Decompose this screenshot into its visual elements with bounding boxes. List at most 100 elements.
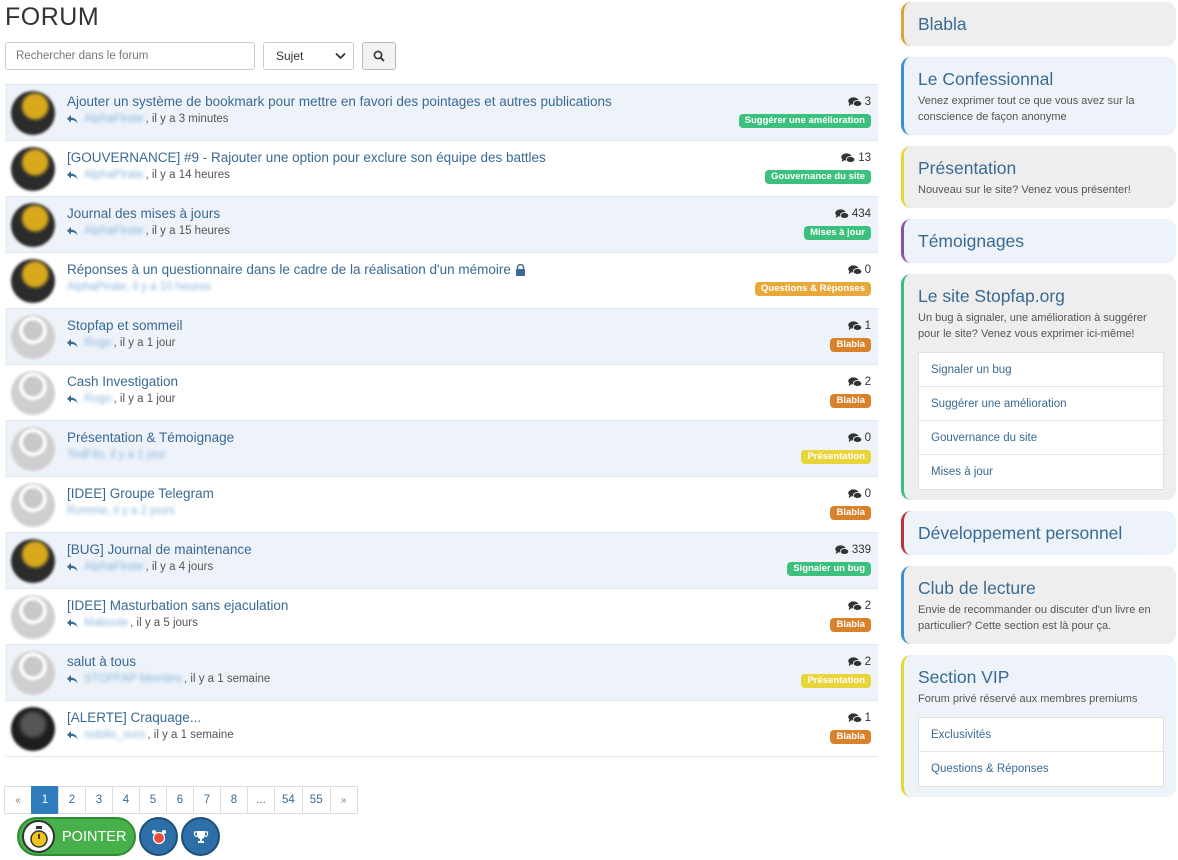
category-title[interactable]: Développement personnel <box>918 521 1163 545</box>
category-badge[interactable]: Mises à jour <box>804 226 871 240</box>
topic-author[interactable]: Rogo <box>84 393 112 405</box>
category-badge[interactable]: Présentation <box>801 450 871 464</box>
category-title[interactable]: Le Confessionnal <box>918 67 1163 91</box>
category-card[interactable]: Témoignages <box>901 219 1176 263</box>
page-link[interactable]: 1 <box>31 786 59 814</box>
avatar[interactable] <box>11 259 55 303</box>
topic-title[interactable]: Cash Investigation <box>67 373 178 391</box>
category-badge[interactable]: Gouvernance du site <box>765 170 871 184</box>
topic-title[interactable]: [ALERTE] Craquage... <box>67 709 201 727</box>
page-link[interactable]: 7 <box>193 786 221 814</box>
page-link[interactable]: 54 <box>274 786 303 814</box>
page-link[interactable]: 3 <box>85 786 113 814</box>
category-badge[interactable]: Questions & Réponses <box>755 282 871 296</box>
topic-author[interactable]: TedFilo, il y a 1 jour <box>67 449 166 461</box>
page-next[interactable]: » <box>329 786 358 814</box>
category-title[interactable]: Présentation <box>918 156 1163 180</box>
topic-author[interactable]: AlphaPirate <box>84 169 143 181</box>
topic-title[interactable]: Réponses à un questionnaire dans le cadr… <box>67 261 511 279</box>
category-badge[interactable]: Suggérer une amélioration <box>738 114 871 128</box>
avatar[interactable] <box>11 371 55 415</box>
page-link[interactable]: 55 <box>301 786 331 814</box>
avatar[interactable] <box>11 203 55 247</box>
topic-title[interactable]: [IDEE] Masturbation sans ejaculation <box>67 597 288 615</box>
page-link[interactable]: 6 <box>166 786 194 814</box>
category-badge[interactable]: Présentation <box>801 674 871 688</box>
topic-row[interactable]: [IDEE] Groupe Telegram Romme, il y a 2 j… <box>5 477 878 533</box>
subcategory-link[interactable]: Exclusivités <box>919 718 1163 752</box>
topic-title[interactable]: Journal des mises à jours <box>67 205 220 223</box>
avatar[interactable] <box>11 483 55 527</box>
category-card[interactable]: Club de lecture Envie de recommander ou d… <box>901 566 1176 644</box>
topic-author[interactable]: AlphaPirate <box>84 561 143 573</box>
category-title[interactable]: Blabla <box>918 12 1163 36</box>
topic-author[interactable]: AlphaPirate <box>84 225 143 237</box>
topic-author[interactable]: Rogo <box>84 337 112 349</box>
category-card[interactable]: Le site Stopfap.org Un bug à signaler, un… <box>901 274 1176 500</box>
category-card[interactable]: Section VIP Forum privé réservé aux membr… <box>901 655 1176 797</box>
category-badge[interactable]: Blabla <box>830 618 871 632</box>
subcategory-link[interactable]: Suggérer une amélioration <box>919 387 1163 421</box>
topic-row[interactable]: Journal des mises à jours AlphaPirate, i… <box>5 197 878 253</box>
topic-row[interactable]: Cash Investigation Rogo, il y a 1 jour 2… <box>5 365 878 421</box>
topic-row[interactable]: [ALERTE] Craquage... nobilis_ours, il y … <box>5 701 878 757</box>
category-title[interactable]: Le site Stopfap.org <box>918 284 1163 308</box>
search-button[interactable] <box>362 42 396 70</box>
page-link[interactable]: 4 <box>112 786 140 814</box>
topic-row[interactable]: salut à tous STOPFAP Membre, il y a 1 se… <box>5 645 878 701</box>
topic-title[interactable]: Ajouter un système de bookmark pour mett… <box>67 93 612 111</box>
category-badge[interactable]: Blabla <box>830 394 871 408</box>
topic-title[interactable]: Stopfap et sommeil <box>67 317 183 335</box>
topic-title[interactable]: salut à tous <box>67 653 136 671</box>
category-badge[interactable]: Blabla <box>830 338 871 352</box>
category-title[interactable]: Section VIP <box>918 665 1163 689</box>
pointer-button[interactable]: POINTER <box>17 817 136 856</box>
avatar[interactable] <box>11 427 55 471</box>
topic-row[interactable]: Présentation & Témoignage TedFilo, il y … <box>5 421 878 477</box>
topic-row[interactable]: Réponses à un questionnaire dans le cadr… <box>5 253 878 309</box>
subcategory-link[interactable]: Gouvernance du site <box>919 421 1163 455</box>
avatar[interactable] <box>11 651 55 695</box>
avatar[interactable] <box>11 539 55 583</box>
topic-author[interactable]: AlphaPirate, il y a 10 heures <box>67 281 211 293</box>
category-title[interactable]: Club de lecture <box>918 576 1163 600</box>
category-card[interactable]: Le Confessionnal Venez exprimer tout ce q… <box>901 57 1176 135</box>
topic-author[interactable]: nobilis_ours <box>84 729 145 741</box>
topic-row[interactable]: [GOUVERNANCE] #9 - Rajouter une option p… <box>5 141 878 197</box>
page-prev[interactable]: « <box>4 786 32 814</box>
category-card[interactable]: Blabla <box>901 2 1176 46</box>
trophy-button[interactable] <box>181 817 220 856</box>
topic-title[interactable]: [IDEE] Groupe Telegram <box>67 485 214 503</box>
topic-row[interactable]: [BUG] Journal de maintenance AlphaPirate… <box>5 533 878 589</box>
search-type-select[interactable]: Sujet <box>263 42 354 70</box>
category-card[interactable]: Développement personnel <box>901 511 1176 555</box>
avatar[interactable] <box>11 595 55 639</box>
category-badge[interactable]: Blabla <box>830 506 871 520</box>
topic-title[interactable]: Présentation & Témoignage <box>67 429 234 447</box>
topic-author[interactable]: Romme, il y a 2 jours <box>67 505 175 517</box>
subcategory-link[interactable]: Signaler un bug <box>919 353 1163 387</box>
alarm-button[interactable] <box>139 817 178 856</box>
category-card[interactable]: Présentation Nouveau sur le site? Venez v… <box>901 146 1176 208</box>
page-link[interactable]: 8 <box>220 786 248 814</box>
avatar[interactable] <box>11 147 55 191</box>
topic-title[interactable]: [BUG] Journal de maintenance <box>67 541 252 559</box>
page-link[interactable]: 2 <box>58 786 86 814</box>
category-badge[interactable]: Signaler un bug <box>787 562 871 576</box>
search-input[interactable] <box>5 42 255 70</box>
topic-title[interactable]: [GOUVERNANCE] #9 - Rajouter une option p… <box>67 149 546 167</box>
topic-row[interactable]: [IDEE] Masturbation sans ejaculation Mab… <box>5 589 878 645</box>
subcategory-link[interactable]: Questions & Réponses <box>919 752 1163 786</box>
avatar[interactable] <box>11 315 55 359</box>
category-badge[interactable]: Blabla <box>830 730 871 744</box>
topic-row[interactable]: Stopfap et sommeil Rogo, il y a 1 jour 1… <box>5 309 878 365</box>
topic-author[interactable]: Maboule <box>84 617 128 629</box>
category-title[interactable]: Témoignages <box>918 229 1163 253</box>
page-link[interactable]: 5 <box>139 786 167 814</box>
subcategory-link[interactable]: Mises à jour <box>919 455 1163 489</box>
topic-row[interactable]: Ajouter un système de bookmark pour mett… <box>5 85 878 141</box>
avatar[interactable] <box>11 707 55 751</box>
topic-author[interactable]: AlphaPirate <box>84 113 143 125</box>
avatar[interactable] <box>11 91 55 135</box>
topic-author[interactable]: STOPFAP Membre <box>84 673 182 685</box>
